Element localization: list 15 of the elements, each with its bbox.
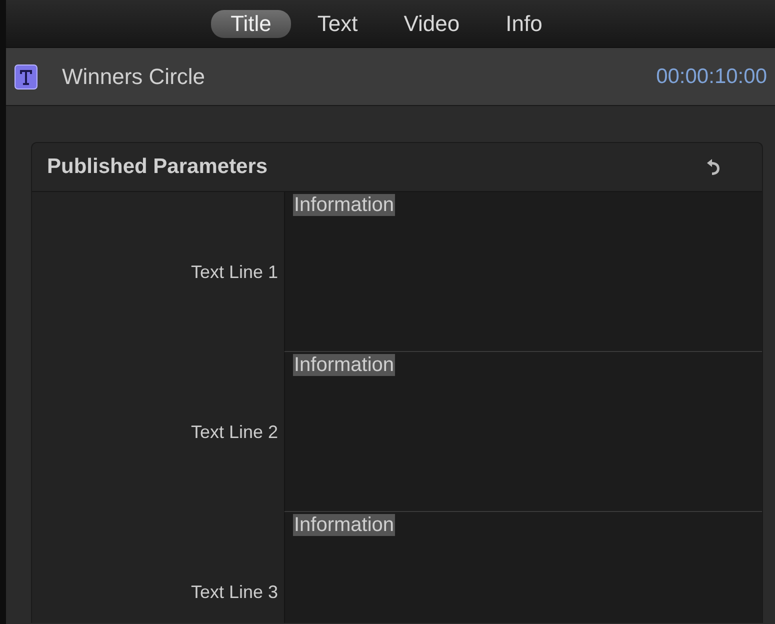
parameter-label: Text Line 1: [190, 260, 279, 284]
tab[interactable]: Title: [210, 10, 292, 38]
text-field[interactable]: Information: [284, 512, 762, 623]
clip-title: Winners Circle: [62, 64, 206, 90]
parameter-label: Text Line 3: [190, 580, 279, 604]
clip-duration: 00:00:10:00: [656, 64, 767, 88]
tab[interactable]: Video: [384, 10, 480, 38]
panel-title: Published Parameters: [47, 155, 268, 179]
text-field[interactable]: Information: [284, 352, 762, 512]
parameter-label: Text Line 2: [190, 420, 279, 444]
reset-icon[interactable]: [706, 158, 720, 176]
text-field[interactable]: Information: [284, 192, 762, 352]
tab[interactable]: Text: [297, 10, 378, 38]
tab[interactable]: Info: [486, 10, 562, 38]
title-icon: [14, 64, 38, 90]
